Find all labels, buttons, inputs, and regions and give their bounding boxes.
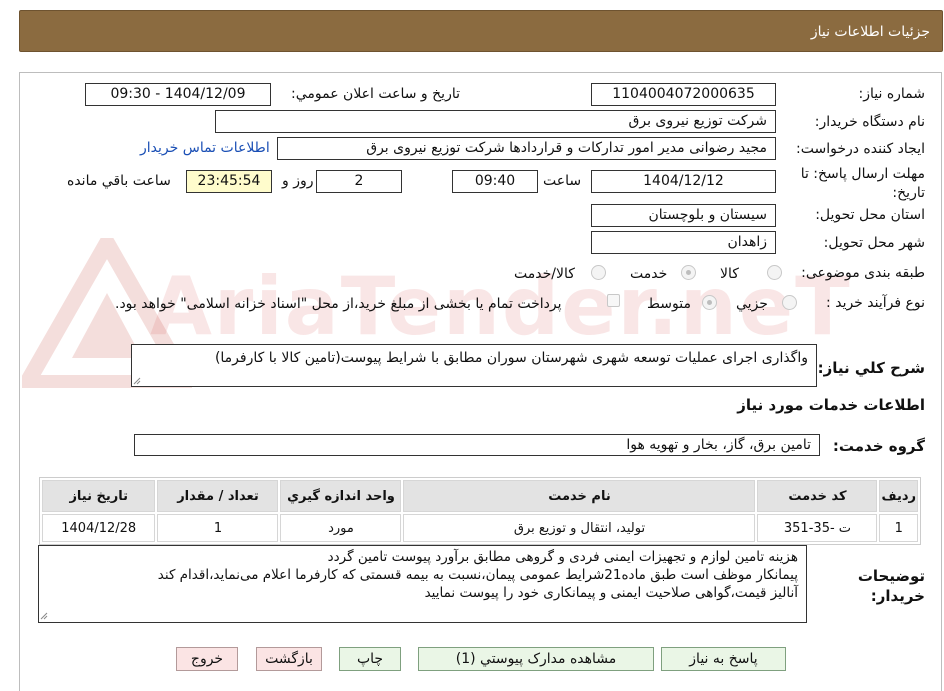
description-field[interactable]: واگذاری اجرای عملیات توسعه شهری شهرستان …: [131, 344, 817, 387]
process-radio-minor[interactable]: [782, 295, 797, 310]
remaining-label: ساعت باقي مانده: [67, 173, 171, 189]
cell-unit: مورد: [280, 514, 402, 542]
need-number-label: شماره نیاز:: [858, 86, 926, 102]
table-row: 1 ت -35-351 تولید، انتقال و توزیع برق مو…: [42, 514, 918, 542]
reply-button[interactable]: پاسخ به نياز: [661, 647, 786, 671]
col-row: رديف: [879, 480, 918, 512]
deadline-time-field: 09:40: [452, 170, 538, 193]
buyer-contact-link[interactable]: اطلاعات تماس خريدار: [140, 140, 270, 156]
buyer-note-line: پیمانکار موظف است طبق ماده21شرایط عمومی …: [157, 567, 798, 583]
exit-button[interactable]: خروج: [176, 647, 238, 671]
service-group-label: گروه خدمت:: [832, 437, 925, 455]
process-option-minor: جزيي: [736, 296, 768, 312]
service-group-field: تامین برق، گاز، بخار و تهویه هوا: [134, 434, 820, 456]
payment-note: پرداخت تمام یا بخشی از مبلغ خرید،از محل …: [115, 296, 562, 312]
requester-label: ايجاد کننده درخواست:: [796, 141, 925, 157]
buyer-org-field: شرکت توزیع نیروی برق: [215, 110, 776, 133]
process-radio-medium[interactable]: [702, 295, 717, 310]
back-button[interactable]: بازگشت: [256, 647, 322, 671]
deadline-date-field: 1404/12/12: [591, 170, 776, 193]
category-option-service: خدمت: [630, 266, 668, 282]
resize-grip-icon[interactable]: [133, 377, 141, 385]
deadline-time-label: ساعت: [543, 173, 582, 189]
services-section-title: اطلاعات خدمات مورد نياز: [737, 396, 925, 414]
days-field: 2: [316, 170, 402, 193]
resize-grip-icon[interactable]: [40, 612, 48, 620]
buyer-notes-label: توضيحات خريدار:: [857, 567, 925, 605]
category-label: طبقه بندی موضوعی:: [801, 265, 925, 281]
page-title: جزئیات اطلاعات نیاز: [810, 24, 930, 40]
services-table-header: رديف کد خدمت نام خدمت واحد اندازه گيري ت…: [42, 480, 918, 512]
cell-service-code: ت -35-351: [757, 514, 878, 542]
description-text: واگذاری اجرای عملیات توسعه شهری شهرستان …: [214, 350, 808, 366]
process-label: نوع فرآیند خرید :: [826, 295, 925, 311]
col-unit: واحد اندازه گيري: [280, 480, 402, 512]
city-field: زاهدان: [591, 231, 776, 254]
buyer-note-line: آنالیز قیمت،گواهی صلاحیت ایمنی و پیمانکا…: [424, 585, 798, 601]
remaining-timer: 23:45:54: [186, 170, 272, 193]
requester-field: مجید رضوانی مدیر امور تدارکات و قرارداده…: [277, 137, 776, 160]
print-button[interactable]: چاپ: [339, 647, 401, 671]
col-quantity: تعداد / مقدار: [157, 480, 279, 512]
announce-label: تاریخ و ساعت اعلان عمومي:: [291, 86, 460, 102]
category-option-goods-service: کالا/خدمت: [514, 266, 575, 282]
treasury-checkbox[interactable]: [607, 294, 620, 307]
category-option-goods: کالا: [720, 266, 739, 282]
cell-quantity: 1: [157, 514, 279, 542]
category-radio-goods[interactable]: [767, 265, 782, 280]
buyer-notes-field[interactable]: هزینه تامین لوازم و تجهیزات ایمنی فردی و…: [38, 545, 807, 623]
deadline-label: مهلت ارسال پاسخ: تا تاریخ:: [800, 166, 925, 201]
announce-field: 1404/12/09 - 09:30: [85, 83, 271, 106]
buyer-note-line: هزینه تامین لوازم و تجهیزات ایمنی فردی و…: [327, 549, 798, 565]
buyer-org-label: نام دستگاه خريدار:: [814, 114, 925, 130]
province-field: سیستان و بلوچستان: [591, 204, 776, 227]
page-header: جزئیات اطلاعات نیاز: [19, 10, 943, 52]
category-radio-goods-service[interactable]: [591, 265, 606, 280]
city-label: شهر محل تحویل:: [823, 235, 925, 251]
province-label: استان محل تحویل:: [815, 207, 925, 223]
need-number-field: 1104004072000635: [591, 83, 776, 106]
view-attachments-button[interactable]: مشاهده مدارک پيوستي (1): [418, 647, 654, 671]
process-option-medium: متوسط: [647, 296, 691, 312]
col-service-code: کد خدمت: [757, 480, 878, 512]
cell-need-date: 1404/12/28: [42, 514, 156, 542]
col-need-date: تاريخ نياز: [42, 480, 156, 512]
cell-service-name: تولید، انتقال و توزیع برق: [403, 514, 756, 542]
category-radio-service[interactable]: [681, 265, 696, 280]
cell-row: 1: [879, 514, 918, 542]
services-table: رديف کد خدمت نام خدمت واحد اندازه گيري ت…: [39, 477, 921, 545]
description-label: شرح کلي نياز:: [817, 359, 925, 377]
days-label: روز و: [282, 173, 314, 189]
col-service-name: نام خدمت: [403, 480, 756, 512]
